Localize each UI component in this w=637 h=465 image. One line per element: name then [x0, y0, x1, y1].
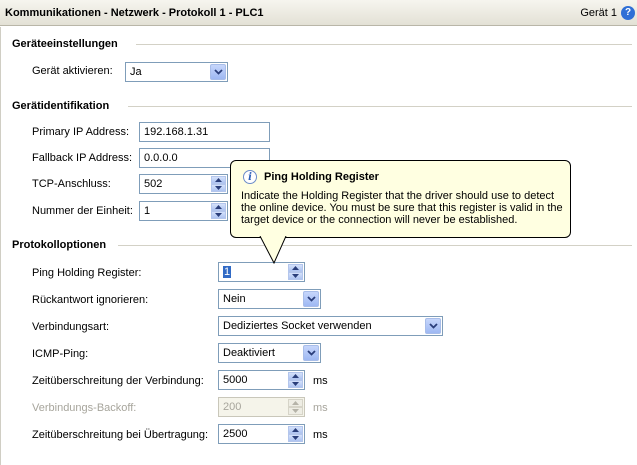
backoff-value: 200 [223, 401, 242, 413]
transfer-timeout-unit: ms [313, 429, 328, 441]
section-divider [128, 106, 632, 107]
tcp-port-label: TCP-Anschluss: [32, 178, 111, 190]
ping-register-stepper[interactable]: 1 [218, 262, 305, 282]
connection-type-value: Dediziertes Socket verwenden [223, 320, 372, 332]
tooltip-title: Ping Holding Register [264, 171, 379, 183]
window-title: Kommunikationen - Netzwerk - Protokoll 1… [5, 7, 264, 19]
transfer-timeout-stepper[interactable]: 2500 [218, 424, 305, 444]
section-divider [136, 44, 632, 45]
connection-timeout-value: 5000 [223, 374, 248, 386]
device-label: Gerät 1 [580, 7, 617, 19]
connection-timeout-label: Zeitüberschreitung der Verbindung: [32, 375, 204, 387]
ping-register-value: 1 [223, 266, 232, 278]
unit-number-label: Nummer der Einheit: [32, 205, 133, 217]
help-tooltip: i Ping Holding Register Indicate the Hol… [230, 160, 571, 238]
chevron-down-icon[interactable] [210, 64, 226, 80]
transfer-timeout-label: Zeitüberschreitung bei Übertragung: [32, 429, 209, 441]
unit-number-value: 1 [144, 205, 151, 217]
spin-up-icon[interactable] [288, 372, 303, 380]
section-device-settings: Geräteeinstellungen [12, 38, 118, 50]
help-circle-icon[interactable]: ? [621, 6, 635, 20]
spin-down-icon[interactable] [288, 434, 303, 442]
icmp-ping-label: ICMP-Ping: [32, 348, 89, 360]
activate-device-select[interactable]: Ja [125, 62, 228, 82]
ignore-reply-label: Rückantwort ignorieren: [32, 294, 149, 306]
backoff-label: Verbindungs-Backoff: [32, 402, 137, 414]
spin-down-icon[interactable] [288, 272, 303, 280]
tooltip-text: Indicate the Holding Register that the d… [241, 190, 563, 226]
unit-number-stepper[interactable]: 1 [139, 201, 228, 221]
fallback-ip-label: Fallback IP Address: [32, 152, 133, 164]
info-icon: i [243, 170, 257, 184]
tcp-port-value: 502 [144, 178, 163, 190]
backoff-unit: ms [313, 402, 328, 414]
primary-ip-input[interactable]: 192.168.1.31 [139, 122, 270, 142]
ping-register-label: Ping Holding Register: [32, 267, 142, 279]
settings-pane: Geräteeinstellungen Gerät aktivieren: Ja… [0, 27, 637, 465]
section-device-identification: Gerätidentifikation [12, 100, 110, 112]
tcp-port-stepper[interactable]: 502 [139, 174, 228, 194]
icmp-ping-value: Deaktiviert [223, 347, 275, 359]
activate-device-value: Ja [130, 66, 142, 78]
section-divider [118, 245, 632, 246]
section-protocol-options: Protokolloptionen [12, 239, 107, 251]
spin-up-icon[interactable] [211, 203, 226, 211]
spin-down-icon[interactable] [288, 380, 303, 388]
tooltip-tail [259, 236, 287, 264]
chevron-down-icon[interactable] [303, 291, 319, 307]
activate-device-label: Gerät aktivieren: [32, 65, 113, 77]
ignore-reply-select[interactable]: Nein [218, 289, 321, 309]
spin-up-icon[interactable] [288, 426, 303, 434]
icmp-ping-select[interactable]: Deaktiviert [218, 343, 321, 363]
connection-type-select[interactable]: Dediziertes Socket verwenden [218, 316, 443, 336]
spin-down-icon[interactable] [211, 184, 226, 192]
connection-timeout-stepper[interactable]: 5000 [218, 370, 305, 390]
spin-up-icon [288, 399, 303, 407]
connection-timeout-unit: ms [313, 375, 328, 387]
backoff-stepper: 200 [218, 397, 305, 417]
chevron-down-icon[interactable] [425, 318, 441, 334]
primary-ip-label: Primary IP Address: [32, 126, 129, 138]
spin-down-icon[interactable] [211, 211, 226, 219]
spin-up-icon[interactable] [211, 176, 226, 184]
ignore-reply-value: Nein [223, 293, 246, 305]
connection-type-label: Verbindungsart: [32, 321, 110, 333]
spin-down-icon [288, 407, 303, 415]
transfer-timeout-value: 2500 [223, 428, 248, 440]
spin-up-icon[interactable] [288, 264, 303, 272]
chevron-down-icon[interactable] [303, 345, 319, 361]
title-bar: Kommunikationen - Netzwerk - Protokoll 1… [0, 0, 637, 26]
